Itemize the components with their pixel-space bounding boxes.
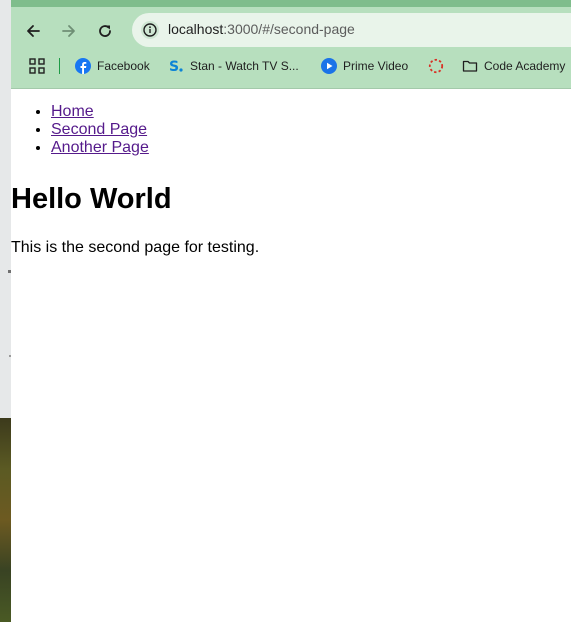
stan-icon: S — [168, 58, 184, 74]
back-button[interactable] — [19, 17, 47, 45]
loading-circle-icon — [428, 58, 444, 74]
tab-strip — [11, 0, 571, 7]
another-page-link[interactable]: Another Page — [51, 139, 149, 156]
nav-list: Home Second Page Another Page — [11, 103, 149, 157]
prime-video-icon — [321, 58, 337, 74]
bookmark-facebook[interactable]: Facebook — [75, 56, 150, 76]
bookmark-stan[interactable]: S Stan - Watch TV S... — [168, 56, 299, 76]
reload-icon — [99, 25, 111, 37]
apps-grid-icon[interactable] — [29, 58, 45, 74]
svg-text:S: S — [169, 59, 179, 74]
nav-item-another-page: Another Page — [51, 139, 149, 157]
facebook-icon — [75, 58, 91, 74]
page-paragraph: This is the second page for testing. — [11, 239, 260, 256]
bookmark-folder-code-academy[interactable]: Code Academy — [462, 56, 565, 76]
url-path: :3000/#/second-page — [223, 21, 355, 37]
bookmark-label: Prime Video — [343, 59, 409, 73]
site-info-icon[interactable] — [140, 20, 160, 40]
url-text: localhost:3000/#/second-page — [168, 21, 355, 37]
bookmark-unnamed[interactable] — [428, 56, 450, 76]
nav-item-home: Home — [51, 103, 149, 121]
forward-arrow-icon — [62, 25, 75, 37]
browser-toolbar: localhost:3000/#/second-page Facebook S … — [11, 0, 571, 89]
desktop-wallpaper — [0, 418, 11, 622]
back-arrow-icon — [27, 25, 40, 37]
page-content: Home Second Page Another Page Hello Worl… — [11, 89, 571, 622]
bookmark-label: Code Academy — [484, 59, 566, 73]
address-bar[interactable]: localhost:3000/#/second-page — [132, 13, 571, 47]
second-page-link[interactable]: Second Page — [51, 121, 147, 138]
bookmark-label: Facebook — [97, 59, 150, 73]
nav-item-second-page: Second Page — [51, 121, 149, 139]
page-heading: Hello World — [11, 183, 172, 215]
bookmarks-separator — [59, 58, 60, 74]
reload-button[interactable] — [91, 17, 119, 45]
forward-button[interactable] — [55, 17, 83, 45]
folder-icon — [462, 58, 478, 74]
browser-window: localhost:3000/#/second-page Facebook S … — [11, 0, 571, 622]
url-host: localhost — [168, 21, 224, 37]
home-link[interactable]: Home — [51, 103, 94, 120]
bookmark-label: Stan - Watch TV S... — [190, 59, 299, 73]
bookmark-prime-video[interactable]: Prime Video — [321, 56, 408, 76]
